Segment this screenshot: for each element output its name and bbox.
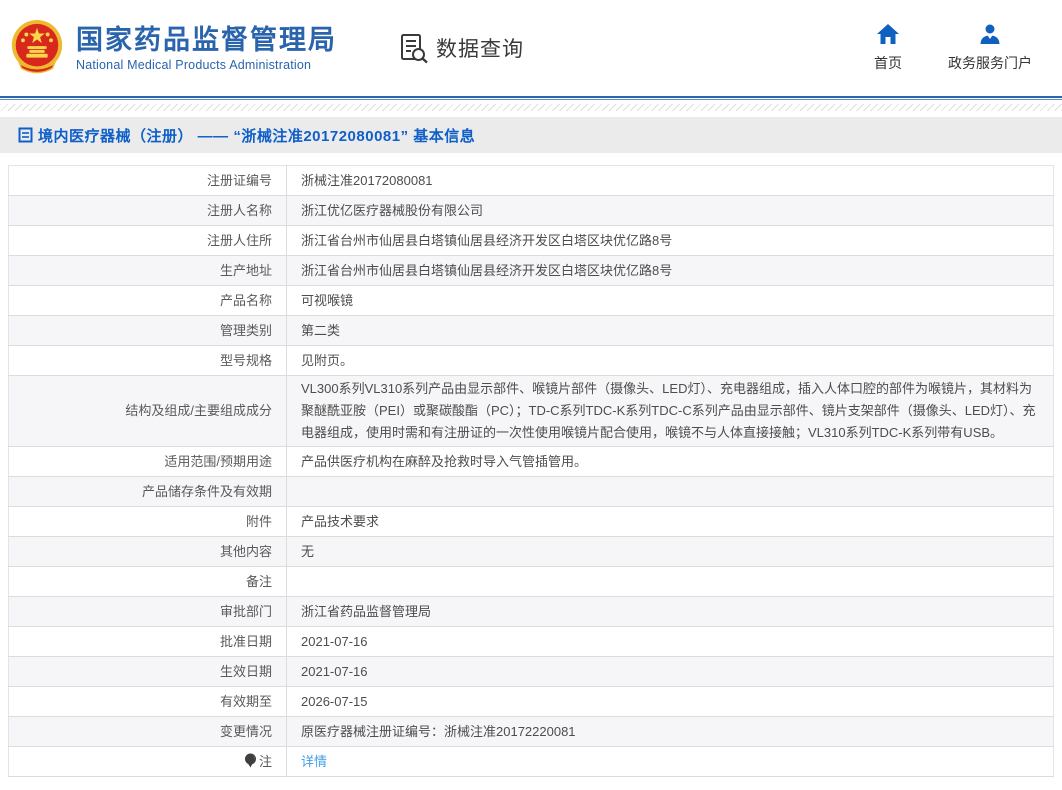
table-row: 注册证编号浙械注准20172080081 (9, 166, 1054, 196)
table-row: 注详情 (9, 747, 1054, 777)
row-label: 其他内容 (9, 537, 287, 567)
table-row: 批准日期2021-07-16 (9, 627, 1054, 657)
row-label: 适用范围/预期用途 (9, 447, 287, 477)
page-header: 国家药品监督管理局 National Medical Products Admi… (0, 0, 1062, 96)
row-value: 2026-07-15 (287, 687, 1054, 717)
nav-home-label: 首页 (874, 53, 902, 73)
row-value: 见附页。 (287, 346, 1054, 376)
org-name-en: National Medical Products Administration (76, 58, 337, 72)
org-name-zh: 国家药品监督管理局 (76, 25, 337, 55)
row-value: 产品供医疗机构在麻醉及抢救时导入气管插管用。 (287, 447, 1054, 477)
breadcrumb: 境内医疗器械（注册） —— “浙械注准20172080081” 基本信息 (0, 117, 1062, 153)
table-row: 审批部门浙江省药品监督管理局 (9, 597, 1054, 627)
row-label: 注册证编号 (9, 166, 287, 196)
row-label: 产品名称 (9, 286, 287, 316)
header-rule-thin (0, 99, 1062, 100)
table-row: 备注 (9, 567, 1054, 597)
header-rule (0, 96, 1062, 98)
table-row: 变更情况原医疗器械注册证编号：浙械注准20172220081 (9, 717, 1054, 747)
breadcrumb-text: 境内医疗器械（注册） —— “浙械注准20172080081” 基本信息 (38, 125, 475, 146)
row-value: 浙江省台州市仙居县白塔镇仙居县经济开发区白塔区块优亿路8号 (287, 256, 1054, 286)
table-row: 生产地址浙江省台州市仙居县白塔镇仙居县经济开发区白塔区块优亿路8号 (9, 256, 1054, 286)
row-label: 附件 (9, 507, 287, 537)
row-label: 备注 (9, 567, 287, 597)
row-value: 浙械注准20172080081 (287, 166, 1054, 196)
row-label: 结构及组成/主要组成成分 (9, 376, 287, 447)
national-emblem-icon (8, 18, 66, 78)
hatch-divider (0, 104, 1062, 111)
row-label: 注册人住所 (9, 226, 287, 256)
row-value: 2021-07-16 (287, 627, 1054, 657)
row-value: 浙江省药品监督管理局 (287, 597, 1054, 627)
row-value: 可视喉镜 (287, 286, 1054, 316)
row-value: 详情 (287, 747, 1054, 777)
row-label: 变更情况 (9, 717, 287, 747)
row-value: VL300系列VL310系列产品由显示部件、喉镜片部件（摄像头、LED灯）、充电… (287, 376, 1054, 447)
row-label: 注 (9, 747, 287, 777)
data-query-label: 数据查询 (436, 33, 524, 63)
table-row: 其他内容无 (9, 537, 1054, 567)
info-table-body: 注册证编号浙械注准20172080081注册人名称浙江优亿医疗器械股份有限公司注… (9, 166, 1054, 777)
table-row: 附件产品技术要求 (9, 507, 1054, 537)
org-names: 国家药品监督管理局 National Medical Products Admi… (76, 25, 337, 72)
row-value: 无 (287, 537, 1054, 567)
search-document-icon (399, 32, 429, 64)
registration-info-table: 注册证编号浙械注准20172080081注册人名称浙江优亿医疗器械股份有限公司注… (8, 165, 1054, 777)
document-icon (18, 127, 33, 143)
row-label: 审批部门 (9, 597, 287, 627)
table-row: 注册人住所浙江省台州市仙居县白塔镇仙居县经济开发区白塔区块优亿路8号 (9, 226, 1054, 256)
row-label: 生效日期 (9, 657, 287, 687)
home-icon (876, 23, 900, 45)
table-row: 结构及组成/主要组成成分VL300系列VL310系列产品由显示部件、喉镜片部件（… (9, 376, 1054, 447)
row-label: 批准日期 (9, 627, 287, 657)
user-icon (978, 23, 1002, 45)
row-label: 产品储存条件及有效期 (9, 477, 287, 507)
row-value: 2021-07-16 (287, 657, 1054, 687)
nav-gov-portal[interactable]: 政务服务门户 (948, 23, 1032, 73)
table-row: 注册人名称浙江优亿医疗器械股份有限公司 (9, 196, 1054, 226)
row-value: 浙江省台州市仙居县白塔镇仙居县经济开发区白塔区块优亿路8号 (287, 226, 1054, 256)
row-value: 产品技术要求 (287, 507, 1054, 537)
nav-gov-portal-label: 政务服务门户 (948, 53, 1032, 73)
row-value: 浙江优亿医疗器械股份有限公司 (287, 196, 1054, 226)
row-value (287, 477, 1054, 507)
table-row: 产品名称可视喉镜 (9, 286, 1054, 316)
nav-home[interactable]: 首页 (874, 23, 902, 73)
top-nav: 首页 政务服务门户 (874, 23, 1032, 73)
row-label: 型号规格 (9, 346, 287, 376)
row-value: 第二类 (287, 316, 1054, 346)
table-row: 产品储存条件及有效期 (9, 477, 1054, 507)
table-row: 生效日期2021-07-16 (9, 657, 1054, 687)
detail-link[interactable]: 详情 (301, 754, 327, 769)
row-label: 有效期至 (9, 687, 287, 717)
row-label: 生产地址 (9, 256, 287, 286)
table-row: 有效期至2026-07-15 (9, 687, 1054, 717)
data-query-title: 数据查询 (399, 32, 524, 64)
row-label: 管理类别 (9, 316, 287, 346)
table-row: 型号规格见附页。 (9, 346, 1054, 376)
note-icon (244, 753, 257, 768)
site-logo[interactable]: 国家药品监督管理局 National Medical Products Admi… (8, 18, 337, 78)
row-value (287, 567, 1054, 597)
row-value: 原医疗器械注册证编号：浙械注准20172220081 (287, 717, 1054, 747)
row-label: 注册人名称 (9, 196, 287, 226)
table-row: 适用范围/预期用途产品供医疗机构在麻醉及抢救时导入气管插管用。 (9, 447, 1054, 477)
table-row: 管理类别第二类 (9, 316, 1054, 346)
